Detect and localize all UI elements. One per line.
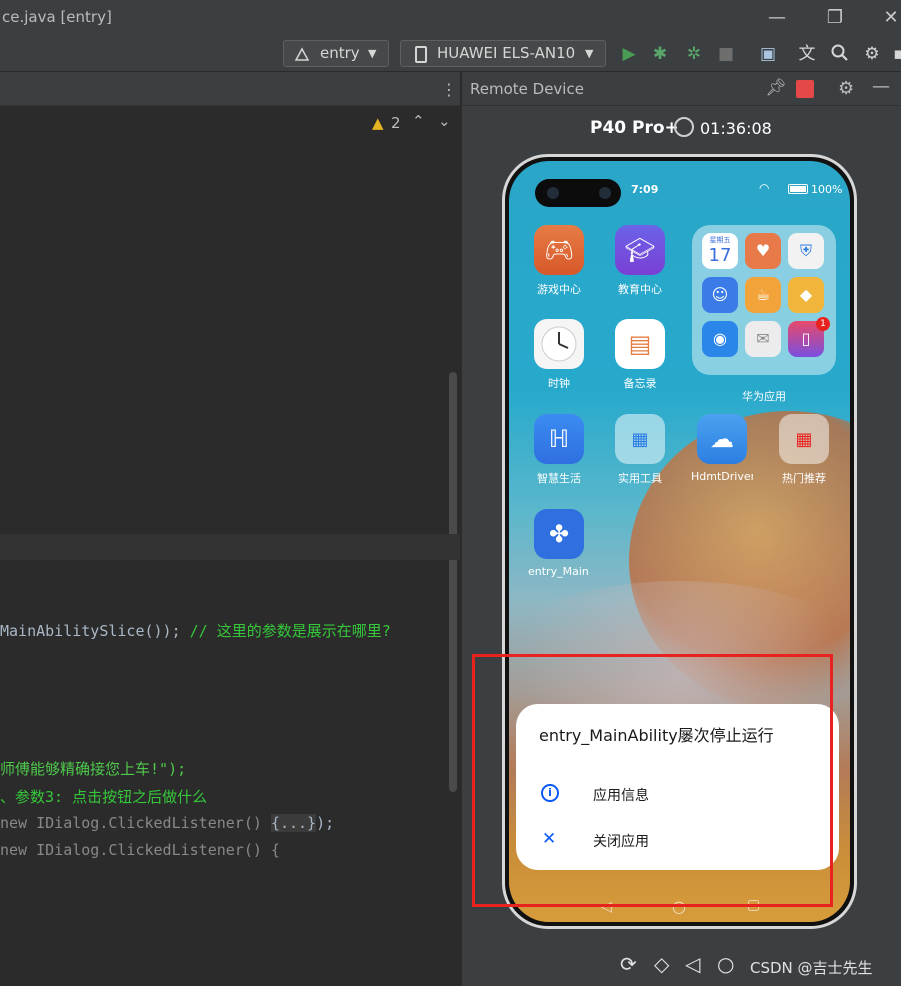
session-timer: 01:36:08 bbox=[700, 119, 772, 138]
app-memo[interactable]: ▤ 备忘录 bbox=[609, 319, 671, 391]
attach-debugger-icon[interactable]: ✲ bbox=[684, 44, 704, 64]
code-line-1: MainAbilitySlice()); // 这里的参数是展示在哪里? bbox=[0, 622, 391, 640]
stop-remote-icon[interactable] bbox=[796, 80, 814, 98]
home-button-icon[interactable]: ○ bbox=[717, 952, 734, 976]
cloud-icon: ☁ bbox=[697, 414, 747, 464]
warning-count: 2 bbox=[391, 114, 401, 132]
minimize-button[interactable]: — bbox=[762, 6, 792, 30]
code-line-3: 、参数3: 点击按钮之后做什么 bbox=[0, 788, 208, 806]
watermark: CSDN @吉士先生 bbox=[750, 959, 873, 977]
folder-label: 华为应用 bbox=[742, 390, 786, 403]
settings-gear-icon[interactable]: ⚙ bbox=[862, 44, 882, 64]
code-line-2: 师傅能够精确接您上车!"); bbox=[0, 760, 187, 778]
editor-scrollbar[interactable] bbox=[449, 372, 457, 792]
rotate-screen-icon[interactable]: ⟳ bbox=[620, 952, 637, 976]
front-camera-cutout bbox=[535, 179, 621, 207]
main-toolbar: entry ▼ HUAWEI ELS-AN10 ▼ ▶ ✱ ✲ ■ ▣ 文 ⚙ … bbox=[0, 36, 901, 72]
app-smart-life[interactable]: ℍ 智慧生活 bbox=[528, 414, 590, 486]
module-selector[interactable]: entry ▼ bbox=[283, 40, 389, 67]
panel-title: Remote Device bbox=[470, 80, 584, 98]
app-education[interactable]: 🎓︎ 教育中心 bbox=[609, 225, 671, 297]
device-selector[interactable]: HUAWEI ELS-AN10 ▼ bbox=[400, 40, 606, 67]
support-headset-icon: ☺ bbox=[702, 277, 738, 313]
device-name: P40 Pro+ bbox=[590, 118, 679, 138]
window-title: ce.java [entry] bbox=[2, 8, 112, 26]
app-hdmt-driver[interactable]: ☁ HdmtDriver bbox=[691, 414, 753, 483]
hide-panel-icon[interactable]: — bbox=[872, 76, 890, 97]
run-icon[interactable]: ▶ bbox=[619, 44, 639, 64]
maximize-button[interactable]: ❐ bbox=[820, 6, 850, 30]
mail-envelope-icon: ✉ bbox=[745, 321, 781, 357]
phone-icon bbox=[415, 46, 427, 63]
panel-header: Remote Device 📌︎ ⚙ — bbox=[462, 72, 901, 106]
battery-icon bbox=[788, 184, 808, 194]
more-icon[interactable]: ▪ bbox=[889, 44, 901, 64]
module-icon bbox=[294, 46, 310, 62]
current-line-highlight bbox=[0, 534, 460, 560]
diamond-icon: ◆ bbox=[788, 277, 824, 313]
camera-lens-icon bbox=[547, 187, 559, 199]
debug-icon[interactable]: ✱ bbox=[650, 44, 670, 64]
code-line-4: new IDialog.ClickedListener() {...}); bbox=[0, 814, 335, 832]
stop-icon[interactable]: ■ bbox=[716, 44, 736, 64]
huawei-apps-folder[interactable]: 星期五 17 ♥ ⛨ ☺ ☕︎ ◆ ◉ ✉ ▯ 1 bbox=[692, 225, 836, 375]
camera-lens-icon bbox=[599, 187, 611, 199]
entry-app-icon: ✤ bbox=[534, 509, 584, 559]
close-window-button[interactable]: ✕ bbox=[876, 6, 901, 30]
gamepad-icon: 🎮︎ bbox=[534, 225, 584, 275]
warning-icon[interactable]: ▲ bbox=[372, 114, 384, 132]
app-tools-folder[interactable]: ▦ 实用工具 bbox=[609, 414, 671, 486]
folded-code-block[interactable]: {...} bbox=[270, 814, 317, 832]
previous-highlight-icon[interactable]: ⌃ bbox=[412, 112, 425, 130]
graduation-cap-icon: 🎓︎ bbox=[615, 225, 665, 275]
security-shield-icon: ⛨ bbox=[788, 233, 824, 269]
editor-tab-bar: ⋮ bbox=[0, 72, 460, 106]
more-options-icon[interactable]: ⋮ bbox=[441, 80, 457, 99]
title-bar: ce.java [entry] — ❐ ✕ bbox=[0, 0, 901, 36]
module-selector-label: entry bbox=[320, 44, 360, 62]
timer-icon bbox=[674, 117, 694, 137]
code-line-5: new IDialog.ClickedListener() { bbox=[0, 841, 280, 859]
device-manager-icon[interactable]: ▣ bbox=[758, 44, 778, 64]
apps-grid-icon: ▦ bbox=[779, 414, 829, 464]
chevron-down-icon: ▼ bbox=[368, 47, 377, 60]
app-hot-folder[interactable]: ▦ 热门推荐 bbox=[773, 414, 835, 486]
browser-globe-icon: ◉ bbox=[702, 321, 738, 357]
annotation-highlight-box bbox=[472, 654, 833, 907]
wifi-icon: ◠ bbox=[759, 181, 770, 195]
app-entry-main[interactable]: ✤ entry_Main... bbox=[528, 509, 590, 578]
eraser-icon[interactable]: ◇ bbox=[654, 952, 669, 976]
search-icon[interactable] bbox=[830, 44, 850, 64]
notification-badge: 1 bbox=[816, 317, 830, 331]
health-heart-icon: ♥ bbox=[745, 233, 781, 269]
code-editor[interactable]: ⋮ ▲ 2 ⌃ ⌄ MainAbilitySlice()); // 这里的参数是… bbox=[0, 72, 460, 986]
back-button-icon[interactable]: ◁ bbox=[685, 952, 700, 976]
device-selector-label: HUAWEI ELS-AN10 bbox=[437, 44, 576, 62]
remote-device-panel: Remote Device 📌︎ ⚙ — P40 Pro+ 01:36:08 7… bbox=[461, 72, 901, 986]
tools-grid-icon: ▦ bbox=[615, 414, 665, 464]
calendar-icon: 星期五 17 bbox=[702, 233, 738, 269]
chevron-down-icon: ▼ bbox=[585, 47, 594, 60]
notepad-icon: ▤ bbox=[615, 319, 665, 369]
smart-home-icon: ℍ bbox=[534, 414, 584, 464]
clock-icon bbox=[534, 319, 584, 369]
translate-icon[interactable]: 文 bbox=[797, 44, 817, 64]
pin-icon[interactable]: 📌︎ bbox=[765, 78, 787, 98]
status-time: 7:09 bbox=[631, 183, 659, 196]
panel-settings-gear-icon[interactable]: ⚙ bbox=[838, 78, 854, 99]
next-highlight-icon[interactable]: ⌄ bbox=[438, 112, 451, 130]
app-games[interactable]: 🎮︎ 游戏中心 bbox=[528, 225, 590, 297]
battery-percent: 100% bbox=[811, 183, 843, 196]
cup-icon: ☕︎ bbox=[745, 277, 781, 313]
app-clock[interactable]: 时钟 bbox=[528, 319, 590, 391]
